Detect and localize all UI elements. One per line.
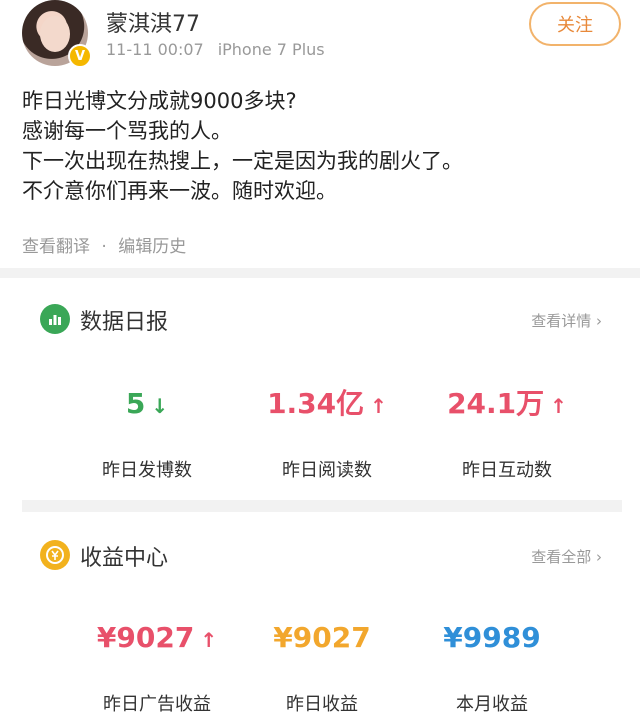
stat-number: ¥9027 xyxy=(96,621,195,654)
post-links: 查看翻译 · 编辑历史 xyxy=(22,232,186,257)
stat-number: 5 xyxy=(125,387,146,420)
arrow-down-icon: ↓ xyxy=(151,394,169,418)
arrow-up-icon: ↑ xyxy=(200,628,218,652)
post-timestamp: 11-11 00:07 xyxy=(106,40,204,59)
stat-value: ¥9027 xyxy=(237,618,407,658)
stat-value: 5 ↓ xyxy=(62,384,232,424)
post-body: 昨日光博文分成就9000多块? 感谢每一个骂我的人。 下一次出现在热搜上，一定是… xyxy=(22,86,622,206)
income-center-card: 收益中心 查看全部 › ¥9027 ↑ 昨日广告收益 ¥9027 昨日收益 ¥99… xyxy=(22,534,622,715)
stat-label: 昨日互动数 xyxy=(462,460,552,481)
username[interactable]: 蒙淇淇77 xyxy=(106,6,200,38)
stat-value: 1.34亿 ↑ xyxy=(237,384,417,424)
stat-value: ¥9027 ↑ xyxy=(62,618,252,658)
post-meta: 11-11 00:07 iPhone 7 Plus xyxy=(106,40,325,59)
follow-button[interactable]: 关注 xyxy=(529,2,621,46)
stat-label: 昨日收益 xyxy=(286,694,358,715)
stat-number: 1.34亿 xyxy=(267,387,365,420)
daily-report-card: 数据日报 查看详情 › 5 ↓ 昨日发博数 1.34亿 ↑ 昨日阅读数 24.1万 ↑… xyxy=(22,298,622,498)
post-text-line: 感谢每一个骂我的人。 xyxy=(22,119,232,143)
link-separator: · xyxy=(101,237,107,257)
stat-number: ¥9027 xyxy=(273,621,371,654)
stat-daily-income[interactable]: ¥9027 昨日收益 xyxy=(237,618,407,716)
section-divider xyxy=(0,268,640,278)
arrow-up-icon: ↑ xyxy=(550,394,567,418)
post-device: iPhone 7 Plus xyxy=(217,40,325,59)
edit-history-link[interactable]: 编辑历史 xyxy=(118,237,186,257)
stat-value: 24.1万 ↑ xyxy=(417,384,597,424)
stat-interactions[interactable]: 24.1万 ↑ 昨日互动数 xyxy=(417,384,597,482)
post-text-line: 下一次出现在热搜上，一定是因为我的剧火了。 xyxy=(22,149,463,173)
stat-value: ¥9989 xyxy=(402,618,582,658)
stat-label: 昨日阅读数 xyxy=(282,460,372,481)
stat-reads[interactable]: 1.34亿 ↑ 昨日阅读数 xyxy=(237,384,417,482)
stat-posts[interactable]: 5 ↓ 昨日发博数 xyxy=(62,384,232,482)
section-divider xyxy=(22,500,622,512)
income-center-stats: ¥9027 ↑ 昨日广告收益 ¥9027 昨日收益 ¥9989 本月收益 xyxy=(22,534,622,715)
stat-label: 本月收益 xyxy=(456,694,528,715)
post-text-line: 不介意你们再来一波。随时欢迎。 xyxy=(22,179,337,203)
stat-number: 24.1万 xyxy=(447,387,545,420)
stat-label: 昨日发博数 xyxy=(102,460,192,481)
post-text-line: 昨日光博文分成就9000多块? xyxy=(22,89,297,113)
translate-link[interactable]: 查看翻译 xyxy=(22,237,90,257)
verified-badge-icon: V xyxy=(68,44,92,68)
arrow-up-icon: ↑ xyxy=(370,394,387,418)
stat-label: 昨日广告收益 xyxy=(103,694,211,715)
stat-ad-income[interactable]: ¥9027 ↑ 昨日广告收益 xyxy=(62,618,252,716)
post-header: V 蒙淇淇77 11-11 00:07 iPhone 7 Plus 关注 xyxy=(0,0,640,78)
stat-monthly-income[interactable]: ¥9989 本月收益 xyxy=(402,618,582,716)
stat-number: ¥9989 xyxy=(443,621,541,654)
daily-report-stats: 5 ↓ 昨日发博数 1.34亿 ↑ 昨日阅读数 24.1万 ↑ 昨日互动数 xyxy=(22,298,622,481)
